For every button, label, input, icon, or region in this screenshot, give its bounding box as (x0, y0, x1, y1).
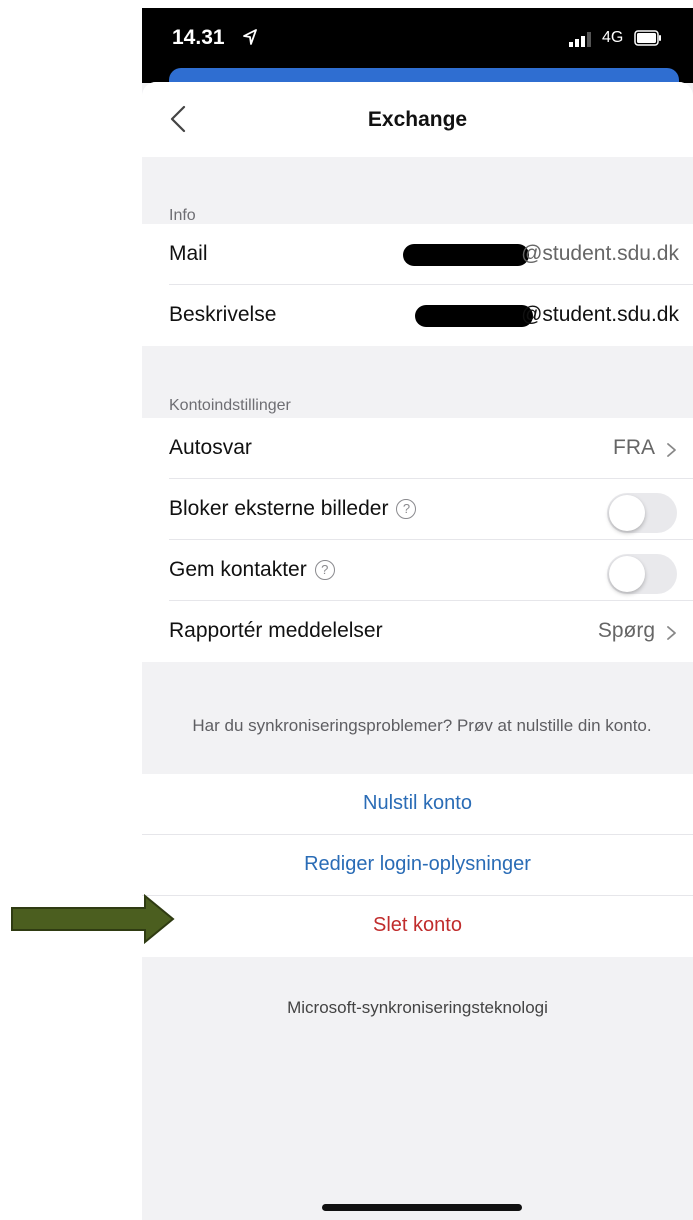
mail-value: @student.sdu.dk (521, 242, 679, 265)
help-icon[interactable]: ? (314, 560, 335, 581)
status-time: 14.31 (172, 26, 225, 49)
location-arrow-icon (243, 29, 257, 45)
description-label: Beskrivelse (169, 303, 277, 326)
report-messages-row[interactable]: Rapportér meddelelser Spørg (169, 601, 693, 662)
mail-label: Mail (169, 242, 208, 265)
sync-problem-note: Har du synkroniseringsproblemer? Prøv at… (192, 716, 652, 735)
reset-account-label: Nulstil konto (363, 792, 472, 814)
signal-icon (569, 32, 591, 47)
redaction-mark (415, 305, 533, 327)
toggle-knob (609, 495, 645, 531)
autoreply-label: Autosvar (169, 436, 252, 459)
home-indicator (322, 1204, 522, 1211)
chevron-right-icon (667, 443, 676, 457)
section-header-info: Info (169, 207, 196, 224)
battery-icon (634, 30, 661, 46)
reset-account-button[interactable]: Nulstil konto (142, 774, 693, 835)
arrow-pointer-icon (11, 894, 175, 944)
settings-sheet: Exchange Info Mail @student.sdu.dk Beskr… (142, 82, 693, 1220)
autoreply-row[interactable]: Autosvar FRA (169, 418, 693, 479)
footer-note: Microsoft-synkroniseringsteknologi (287, 998, 548, 1017)
save-contacts-label: Gem kontakter? (169, 558, 335, 582)
nav-bar: Exchange (142, 82, 693, 157)
description-value: @student.sdu.dk (521, 303, 679, 326)
network-label: 4G (602, 29, 624, 46)
edit-login-button[interactable]: Rediger login-oplysninger (142, 835, 693, 896)
save-contacts-toggle[interactable] (607, 554, 677, 594)
autoreply-value: FRA (613, 436, 655, 459)
block-images-toggle[interactable] (607, 493, 677, 533)
info-group: Mail @student.sdu.dk Beskrivelse @studen… (142, 224, 693, 346)
account-settings-group: Autosvar FRA Bloker eksterne billeder? G… (142, 418, 693, 662)
redaction-mark (403, 244, 529, 266)
report-messages-label: Rapportér meddelelser (169, 619, 383, 642)
edit-login-label: Rediger login-oplysninger (304, 853, 531, 875)
chevron-right-icon (667, 626, 676, 640)
mail-row: Mail @student.sdu.dk (169, 224, 693, 285)
block-images-label: Bloker eksterne billeder? (169, 497, 417, 521)
account-actions-group: Nulstil konto Rediger login-oplysninger … (142, 774, 693, 957)
block-images-row: Bloker eksterne billeder? (169, 479, 693, 540)
status-bar: 14.31 4G (142, 8, 693, 108)
toggle-knob (609, 556, 645, 592)
description-row: Beskrivelse @student.sdu.dk (169, 285, 693, 346)
page-title: Exchange (367, 108, 468, 131)
save-contacts-row: Gem kontakter? (169, 540, 693, 601)
delete-account-button[interactable]: Slet konto (142, 896, 693, 957)
phone-screen: 14.31 4G Exchange Info Mail @student.sdu… (142, 8, 693, 1220)
help-icon[interactable]: ? (396, 499, 417, 520)
report-messages-value: Spørg (597, 619, 655, 642)
section-header-account-settings: Kontoindstillinger (169, 397, 291, 414)
delete-account-label: Slet konto (373, 914, 462, 936)
